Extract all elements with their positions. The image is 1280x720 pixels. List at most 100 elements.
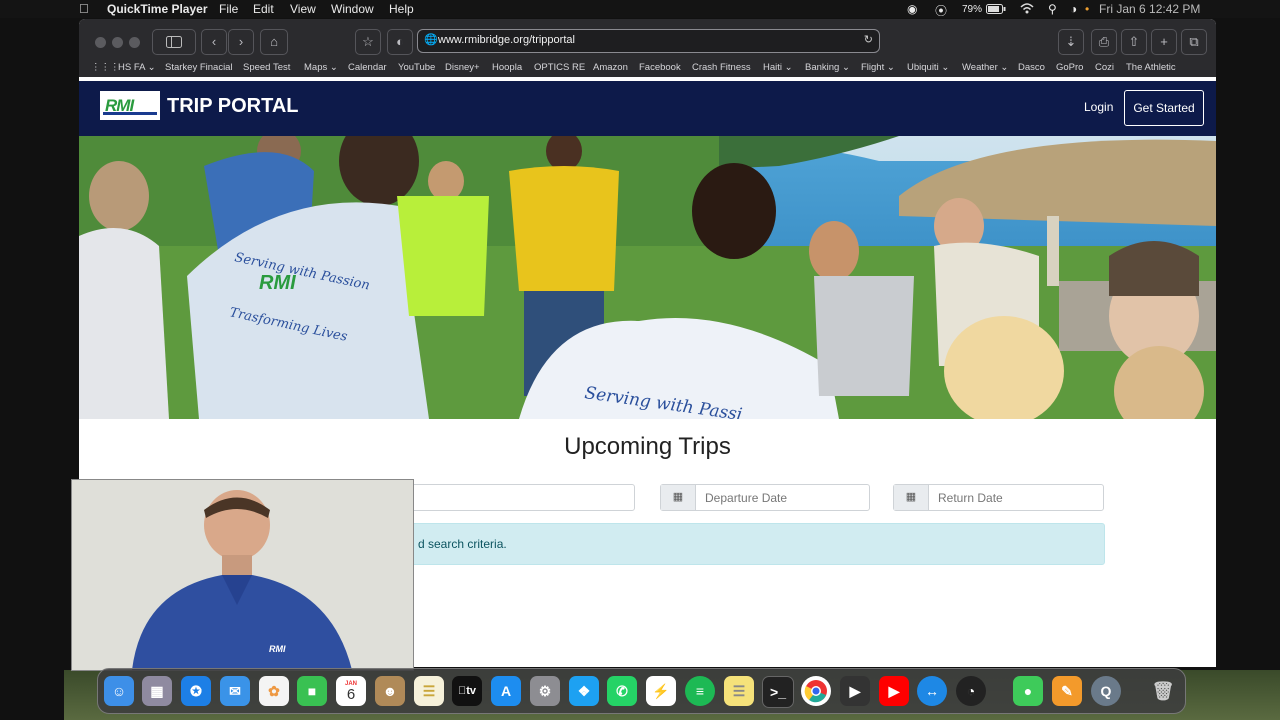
zoom-window-button[interactable] (129, 37, 140, 48)
get-started-button[interactable]: Get Started (1124, 90, 1204, 126)
bookmark-item[interactable]: Speed Test (243, 62, 290, 73)
chrome-icon[interactable] (801, 676, 831, 706)
bookmark-item[interactable]: GoPro (1056, 62, 1083, 73)
bookmark-item[interactable]: Flight ⌄ (861, 62, 895, 73)
bookmark-item[interactable]: HS FA ⌄ (118, 62, 156, 73)
dock: ☺ ▦ ✪ ✉ ✿ ■ JAN 6 ☻ ☰ tv A ⚙ ❖ ✆ ⚡ ≡ ☰ … (97, 668, 1186, 714)
bookmark-star-icon[interactable]: ☆ (355, 29, 381, 55)
bookmark-item[interactable]: Cozi (1095, 62, 1114, 73)
messenger-icon[interactable]: ⚡ (646, 676, 676, 706)
bookmark-item[interactable]: YouTube (398, 62, 435, 73)
menu-edit[interactable]: Edit (253, 2, 274, 16)
logo-underline (103, 112, 157, 115)
bookmark-item[interactable]: Facebook (639, 62, 681, 73)
teamviewer-icon[interactable]: ↔ (917, 676, 947, 706)
bookmark-item[interactable]: Disney+ (445, 62, 480, 73)
shield-icon[interactable]: ◐ (387, 29, 413, 55)
record-icon[interactable]: ◉ (907, 2, 917, 16)
battery-icon[interactable] (986, 3, 1006, 17)
bookmark-item[interactable]: OPTICS RE (534, 62, 585, 73)
photos-icon[interactable]: ✿ (259, 676, 289, 706)
minimize-window-button[interactable] (112, 37, 123, 48)
control-center-icon[interactable]: ◑ (1070, 2, 1077, 16)
forward-button[interactable]: › (228, 29, 254, 55)
quicktime-icon[interactable]: Q (1091, 676, 1121, 706)
facetime-icon[interactable]: ■ (297, 676, 327, 706)
bookmark-item[interactable]: The Athletic (1126, 62, 1176, 73)
bookmarks-grid-icon[interactable]: ⋮⋮⋮ (91, 62, 120, 73)
new-tab-icon[interactable]: + (1151, 29, 1177, 55)
print-icon[interactable]: ⎙ (1091, 29, 1117, 55)
notification-dot-icon: • (1085, 2, 1090, 16)
safari-icon[interactable]: ✪ (181, 676, 211, 706)
home-icon[interactable]: ⌂ (260, 29, 288, 55)
app-name-menu[interactable]: QuickTime Player (107, 2, 208, 16)
close-window-button[interactable] (95, 37, 106, 48)
bookmark-item[interactable]: Haiti ⌄ (763, 62, 793, 73)
bookmark-item[interactable]: Crash Fitness (692, 62, 751, 73)
pages-icon[interactable]: ✎ (1052, 676, 1082, 706)
destination-search-input[interactable] (379, 484, 635, 511)
shirt-logo-print: RMI (259, 272, 296, 294)
departure-placeholder: Departure Date (705, 491, 788, 505)
bookmark-item[interactable]: Starkey Finacial (165, 62, 233, 73)
calendar-app-icon[interactable]: JAN 6 (336, 676, 366, 706)
trash-icon[interactable]: 🗑 (1148, 676, 1178, 706)
menu-help[interactable]: Help (389, 2, 414, 16)
site-brand-title[interactable]: TRIP PORTAL (167, 95, 298, 118)
speedtest-icon[interactable]: ◔ (956, 676, 986, 706)
rmi-logo[interactable]: RMI (100, 91, 160, 120)
bookmark-item[interactable]: Hoopla (492, 62, 522, 73)
return-date-field[interactable]: ▦ Return Date (893, 484, 1104, 511)
bookmark-item[interactable]: Maps ⌄ (304, 62, 338, 73)
address-bar[interactable]: 🌐 www.rmibridge.org/tripportal ↻ (417, 29, 880, 53)
search-icon[interactable]: ⚲ (1048, 2, 1057, 16)
system-settings-icon[interactable]: ⚙ (530, 676, 560, 706)
terminal-icon[interactable]: >_ (762, 676, 794, 708)
bookmark-item[interactable]: Calendar (348, 62, 387, 73)
apple-icon[interactable]:  (79, 1, 89, 16)
tab-overview-icon[interactable]: ⧉ (1181, 29, 1207, 55)
youtube-icon[interactable]: ▶ (879, 676, 909, 706)
launchpad-icon[interactable]: ▦ (142, 676, 172, 706)
menu-file[interactable]: File (219, 2, 238, 16)
departure-date-field[interactable]: ▦ Departure Date (660, 484, 870, 511)
back-button[interactable]: ‹ (201, 29, 227, 55)
calendar-icon[interactable]: ▦ (661, 485, 696, 510)
url-text: www.rmibridge.org/tripportal (438, 34, 575, 46)
contacts-icon[interactable]: ☻ (375, 676, 405, 706)
airplay-icon[interactable]: ⦿ (935, 2, 947, 19)
bookmark-item[interactable]: Ubiquiti ⌄ (907, 62, 949, 73)
whatsapp-icon[interactable]: ✆ (607, 676, 637, 706)
menu-view[interactable]: View (290, 2, 316, 16)
bookmark-item[interactable]: Banking ⌄ (805, 62, 850, 73)
final-cut-icon[interactable]: ▶ (840, 676, 870, 706)
return-placeholder: Return Date (938, 491, 1003, 505)
bookmark-item[interactable]: Weather ⌄ (962, 62, 1008, 73)
bookmark-item[interactable]: Amazon (593, 62, 628, 73)
sidebar-toggle-button[interactable] (152, 29, 196, 55)
bookmark-item[interactable]: Dasco (1018, 62, 1045, 73)
presenter-illustration: RMI (72, 480, 413, 670)
menu-bar:  QuickTime Player File Edit View Window… (0, 0, 1280, 18)
share-icon[interactable]: ⇧ (1121, 29, 1147, 55)
spotify-icon[interactable]: ≡ (685, 676, 715, 706)
mail-icon[interactable]: ✉ (220, 676, 250, 706)
reload-icon[interactable]: ↻ (864, 33, 873, 46)
apple-tv-icon[interactable]: tv (452, 676, 482, 706)
page-title: Upcoming Trips (564, 433, 731, 460)
downloads-icon[interactable]: ⇣ (1058, 29, 1084, 55)
messages-icon[interactable]: ● (1013, 676, 1043, 706)
login-link[interactable]: Login (1084, 100, 1113, 114)
stickies-icon[interactable]: ☰ (724, 676, 754, 706)
finder-icon[interactable]: ☺ (104, 676, 134, 706)
twitter-icon[interactable]: ❖ (569, 676, 599, 706)
calendar-icon[interactable]: ▦ (894, 485, 929, 510)
calendar-day: 6 (346, 685, 356, 703)
menu-window[interactable]: Window (331, 2, 374, 16)
app-store-icon[interactable]: A (491, 676, 521, 706)
wifi-icon[interactable] (1020, 2, 1034, 17)
notes-icon[interactable]: ☰ (414, 676, 444, 706)
webcam-overlay[interactable]: RMI (71, 479, 414, 671)
menubar-clock[interactable]: Fri Jan 6 12:42 PM (1099, 2, 1200, 16)
